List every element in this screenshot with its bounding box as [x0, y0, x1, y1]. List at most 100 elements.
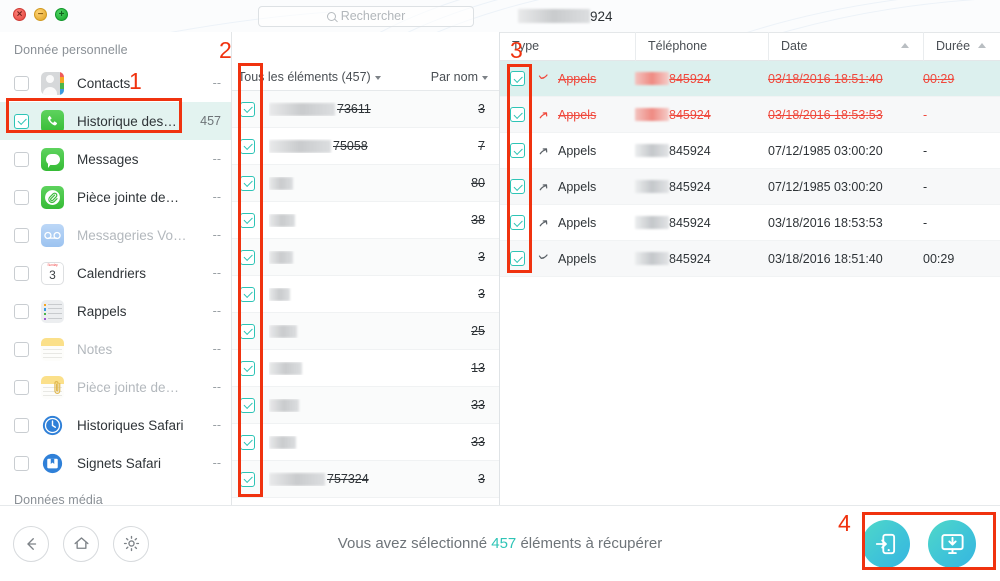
row-checkbox[interactable]: [510, 71, 525, 86]
list-item-checkbox[interactable]: [240, 249, 255, 265]
list-item-name-tail: 757324: [327, 472, 369, 486]
safari-history-icon: [41, 413, 64, 437]
cell-phone: 845924: [635, 108, 768, 122]
sidebar-item-call-history[interactable]: Historique des… 457: [0, 102, 231, 140]
table-row[interactable]: Appels 845924 03/18/2016 18:51:40 00:29: [500, 61, 1000, 97]
cell-duration: 00:29: [923, 71, 955, 86]
export-to-device-button[interactable]: [862, 519, 910, 568]
sidebar-item-safari-history[interactable]: Historiques Safari --: [0, 406, 231, 444]
maximize-icon: +: [58, 8, 65, 20]
maximize-button[interactable]: +: [55, 8, 68, 21]
export-to-computer-button[interactable]: [928, 519, 976, 568]
list-item-checkbox[interactable]: [240, 212, 255, 228]
list-item[interactable]: 3: [232, 239, 499, 276]
table-row[interactable]: Appels 845924 07/12/1985 03:00:20 -: [500, 169, 1000, 205]
checkbox-voicemail[interactable]: [14, 227, 29, 243]
checkbox-contacts[interactable]: [14, 75, 29, 91]
row-checkbox[interactable]: [510, 215, 525, 230]
item-list-panel[interactable]: Tous les éléments (457) Par nom 73611 3 75…: [232, 32, 500, 505]
sort-dropdown[interactable]: Par nom: [431, 70, 488, 84]
list-item-checkbox[interactable]: [240, 175, 255, 191]
cell-phone: 845924: [635, 144, 768, 158]
cell-type-label: Appels: [558, 71, 597, 86]
row-checkbox[interactable]: [510, 179, 525, 194]
list-item-checkbox[interactable]: [240, 360, 255, 376]
sidebar-item-notes[interactable]: Notes --: [0, 330, 231, 368]
cell-duration: 00:29: [923, 251, 955, 266]
table-row[interactable]: Appels 845924 03/18/2016 18:51:40 00:29: [500, 241, 1000, 277]
row-checkbox-cell: [500, 107, 535, 122]
checkbox-safari-bookmarks[interactable]: [14, 455, 29, 471]
list-item-name: 73611: [269, 102, 457, 116]
list-item[interactable]: 75058 7: [232, 128, 499, 165]
call-history-icon: [41, 109, 64, 133]
row-checkbox[interactable]: [510, 107, 525, 122]
checkbox-note-attachment[interactable]: [14, 379, 29, 395]
sidebar-item-note-attachment[interactable]: Pièce jointe de… --: [0, 368, 231, 406]
list-item-checkbox[interactable]: [240, 434, 255, 450]
redacted-name: [269, 139, 331, 153]
list-item[interactable]: 33: [232, 424, 499, 461]
cell-phone-tail: 845924: [669, 71, 711, 86]
list-item[interactable]: 1052310: [232, 498, 499, 505]
filter-dropdown[interactable]: Tous les éléments (457): [238, 70, 381, 84]
sidebar-item-count: --: [212, 380, 221, 394]
list-item-checkbox[interactable]: [240, 323, 255, 339]
redacted-name: [269, 250, 293, 264]
redacted-name: [269, 398, 299, 412]
list-item-name: [269, 398, 457, 412]
table-row[interactable]: Appels 845924 03/18/2016 18:53:53 -: [500, 97, 1000, 133]
item-list[interactable]: 7361137505878038332513333375732431052310: [232, 91, 499, 505]
sidebar[interactable]: Donnée personnelle Contacts -- Historiqu…: [0, 32, 232, 505]
row-checkbox[interactable]: [510, 251, 525, 266]
checkbox-reminders[interactable]: [14, 303, 29, 319]
list-item-checkbox[interactable]: [240, 138, 255, 154]
action-buttons[interactable]: [862, 519, 976, 568]
sidebar-item-calendars[interactable]: Sunday 3 Calendriers --: [0, 254, 231, 292]
list-item[interactable]: 33: [232, 387, 499, 424]
list-item-checkbox[interactable]: [240, 397, 255, 413]
checkbox-notes[interactable]: [14, 341, 29, 357]
column-header-duration[interactable]: Durée: [923, 32, 1000, 61]
row-checkbox[interactable]: [510, 143, 525, 158]
sidebar-item-messages[interactable]: Messages --: [0, 140, 231, 178]
sidebar-item-reminders[interactable]: Rappels --: [0, 292, 231, 330]
list-item[interactable]: 13: [232, 350, 499, 387]
list-item[interactable]: 25: [232, 313, 499, 350]
redacted-phone-prefix: [635, 180, 669, 193]
app-window: × − + Rechercher Donnée personnelle Cont…: [0, 0, 1000, 581]
checkbox-safari-history[interactable]: [14, 417, 29, 433]
voicemail-icon: [41, 223, 64, 247]
call-table-body[interactable]: Appels 845924 03/18/2016 18:51:40 00:29 Appe…: [500, 61, 1000, 277]
window-controls[interactable]: × − +: [13, 8, 68, 21]
row-checkbox-cell: [500, 251, 535, 266]
sidebar-item-message-attachment[interactable]: Pièce jointe de… --: [0, 178, 231, 216]
column-header-phone[interactable]: Téléphone: [635, 32, 768, 61]
list-item[interactable]: 73611 3: [232, 91, 499, 128]
column-header-date[interactable]: Date: [768, 32, 923, 61]
sidebar-item-contacts[interactable]: Contacts --: [0, 64, 231, 102]
checkbox-message-attachment[interactable]: [14, 189, 29, 205]
list-item[interactable]: 757324 3: [232, 461, 499, 498]
close-button[interactable]: ×: [13, 8, 26, 21]
detail-panel[interactable]: 924 Type Téléphone Date Durée Appels 8459…: [500, 0, 1000, 505]
table-row[interactable]: Appels 845924 07/12/1985 03:00:20 -: [500, 133, 1000, 169]
incoming-call-icon: [538, 254, 548, 259]
list-item[interactable]: 38: [232, 202, 499, 239]
search-input[interactable]: Rechercher: [258, 5, 474, 27]
sidebar-item-safari-bookmarks[interactable]: Signets Safari --: [0, 444, 231, 482]
list-item[interactable]: 80: [232, 165, 499, 202]
minimize-button[interactable]: −: [34, 8, 47, 21]
checkbox-calendars[interactable]: [14, 265, 29, 281]
cell-type: Appels: [535, 108, 635, 122]
list-item[interactable]: 3: [232, 276, 499, 313]
list-item-checkbox[interactable]: [240, 101, 255, 117]
table-row[interactable]: Appels 845924 03/18/2016 18:53:53 -: [500, 205, 1000, 241]
checkbox-messages[interactable]: [14, 151, 29, 167]
cell-phone: 845924: [635, 216, 768, 230]
sidebar-item-count: --: [212, 304, 221, 318]
list-item-checkbox[interactable]: [240, 471, 255, 487]
checkbox-call-history[interactable]: [14, 113, 29, 129]
list-item-checkbox[interactable]: [240, 286, 255, 302]
sidebar-item-voicemail[interactable]: Messageries Vo… --: [0, 216, 231, 254]
